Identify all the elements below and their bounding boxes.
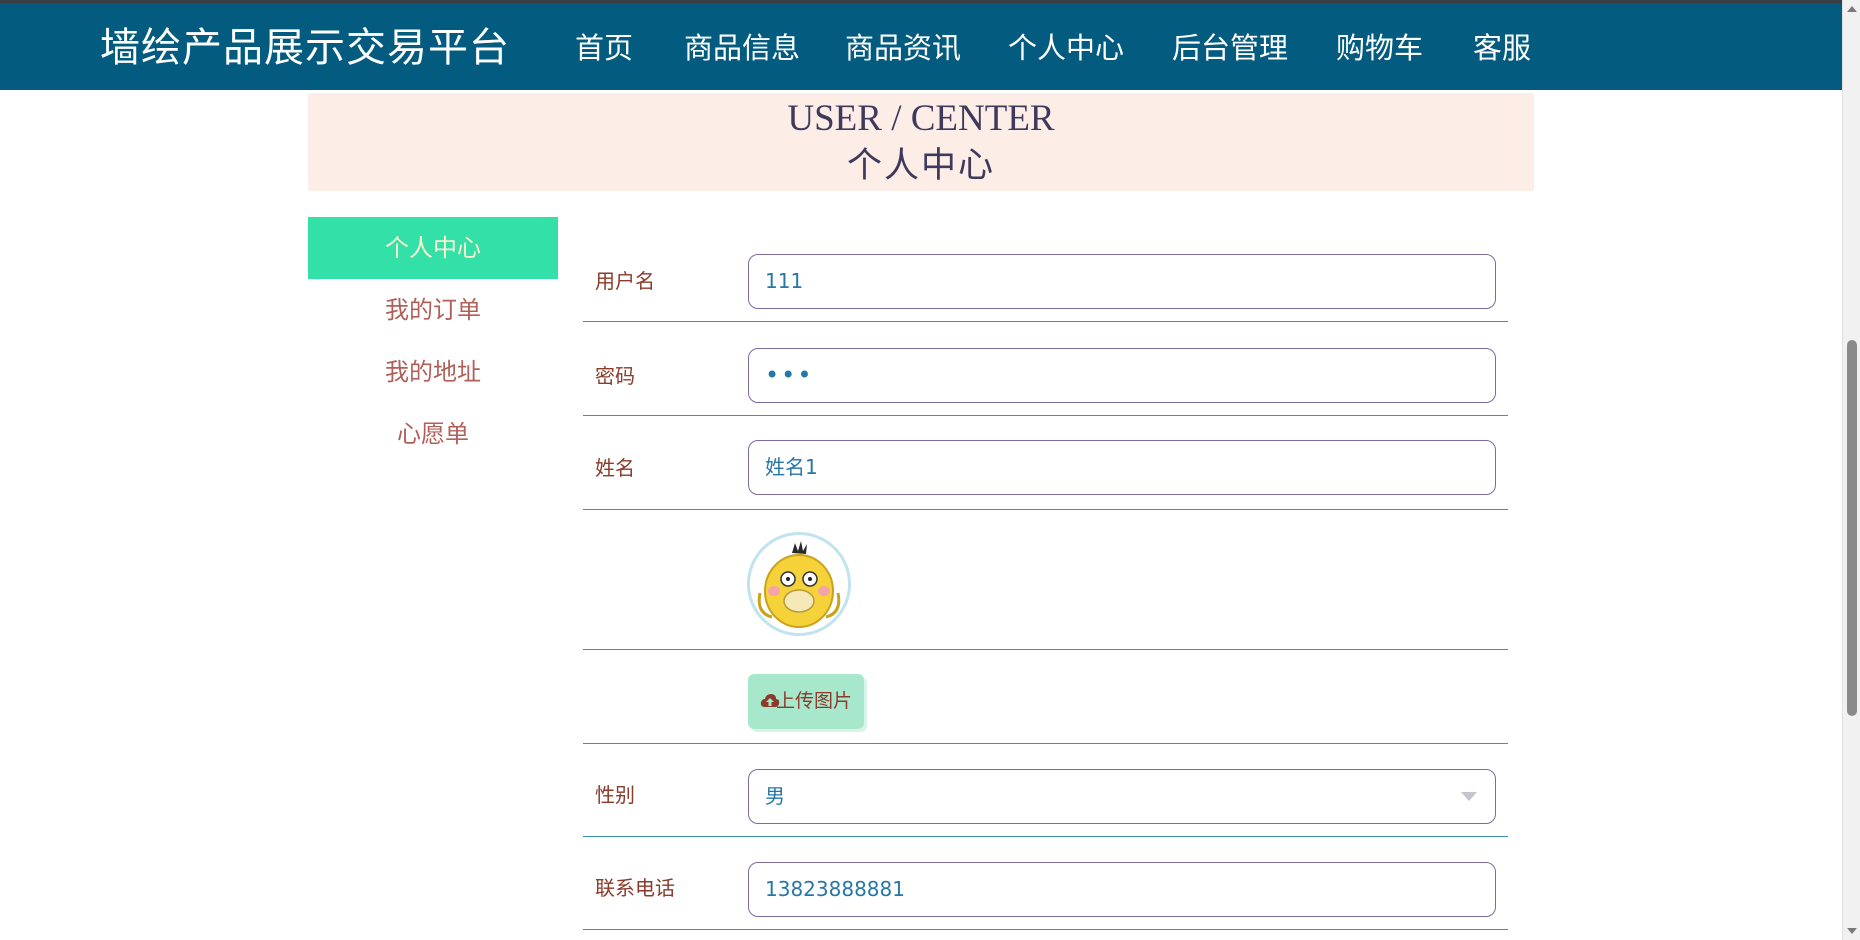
form-row-password: 密码 •••: [583, 322, 1508, 416]
psyduck-avatar-icon: [750, 535, 848, 633]
sidebar-item-my-address[interactable]: 我的地址: [308, 341, 558, 403]
sidebar-item-my-orders[interactable]: 我的订单: [308, 279, 558, 341]
sidebar-item-user-center[interactable]: 个人中心: [308, 217, 558, 279]
name-label: 姓名: [595, 456, 635, 480]
nav-item-news[interactable]: 商品资讯: [845, 29, 961, 67]
gender-label: 性别: [595, 783, 635, 807]
gender-select[interactable]: 男: [748, 769, 1496, 824]
page-banner: USER / CENTER 个人中心: [308, 93, 1534, 191]
site-title[interactable]: 墙绘产品展示交易平台: [100, 24, 510, 72]
password-label: 密码: [595, 364, 635, 388]
username-input[interactable]: 111: [748, 254, 1496, 309]
phone-input[interactable]: 13823888881: [748, 862, 1496, 917]
phone-label: 联系电话: [595, 876, 675, 900]
form-row-username: 用户名 111: [583, 240, 1508, 322]
page-scrollbar[interactable]: [1842, 0, 1860, 940]
form-row-name: 姓名 姓名1: [583, 416, 1508, 510]
cloud-upload-icon: [760, 694, 780, 707]
scroll-down-arrow-icon[interactable]: [1847, 928, 1857, 934]
form-row-gender: 性别 男: [583, 744, 1508, 837]
banner-title-cn: 个人中心: [846, 146, 995, 186]
top-navbar: 墙绘产品展示交易平台 首页 商品信息 商品资讯 个人中心 后台管理 购物车 客服: [0, 0, 1842, 93]
nav-item-products[interactable]: 商品信息: [684, 29, 800, 67]
password-input[interactable]: •••: [748, 348, 1496, 403]
banner-title-en: USER / CENTER: [787, 98, 1055, 139]
nav-item-user-center[interactable]: 个人中心: [995, 29, 1137, 93]
form-row-upload: 上传图片: [583, 650, 1508, 744]
chevron-down-icon: [1461, 792, 1477, 801]
nav-item-cart[interactable]: 购物车: [1336, 29, 1423, 67]
form-row-avatar: [583, 510, 1508, 650]
gender-select-value: 男: [765, 784, 785, 808]
form-row-phone: 联系电话 13823888881: [583, 837, 1508, 930]
nav-item-service[interactable]: 客服: [1473, 29, 1531, 67]
sidebar-item-wishlist[interactable]: 心愿单: [308, 403, 558, 465]
username-label: 用户名: [595, 269, 655, 293]
nav-item-admin[interactable]: 后台管理: [1172, 29, 1288, 67]
name-input[interactable]: 姓名1: [748, 440, 1496, 495]
upload-image-button[interactable]: 上传图片: [748, 674, 864, 729]
upload-image-label: 上传图片: [775, 690, 852, 712]
avatar[interactable]: [747, 532, 851, 636]
scrollbar-thumb[interactable]: [1847, 340, 1857, 716]
scroll-up-arrow-icon[interactable]: [1847, 6, 1857, 12]
nav-item-home[interactable]: 首页: [575, 29, 633, 67]
page: 墙绘产品展示交易平台 首页 商品信息 商品资讯 个人中心 后台管理 购物车 客服…: [0, 0, 1860, 940]
